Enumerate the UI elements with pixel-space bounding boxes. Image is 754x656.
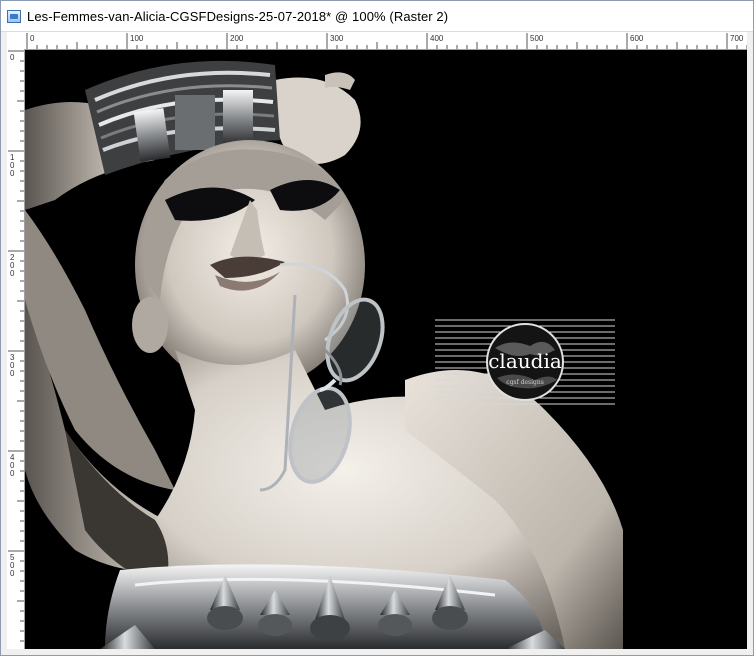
watermark-main-text: claudia: [488, 349, 562, 373]
document-window: Les-Femmes-van-Alicia-CGSFDesigns-25-07-…: [0, 0, 754, 656]
ruler-label: 0: [10, 169, 15, 178]
window-right-edge: [747, 32, 753, 650]
image-canvas[interactable]: claudia cgsf designs: [25, 50, 747, 649]
document-title-bar[interactable]: Les-Femmes-van-Alicia-CGSFDesigns-25-07-…: [1, 1, 753, 32]
watermark-sub-text: cgsf designs: [506, 379, 544, 386]
ruler-label: 0: [10, 53, 15, 62]
window-bottom-edge: [1, 649, 753, 655]
ruler-label: 0: [10, 469, 15, 478]
ruler-label: 600: [630, 34, 644, 43]
claudia-watermark-logo: claudia cgsf designs: [435, 319, 615, 405]
horizontal-ruler-scale: 0 100 200 300 400 500 600 700: [26, 33, 747, 49]
ruler-label: 0: [10, 569, 15, 578]
ruler-label: 200: [230, 34, 244, 43]
ruler-label: 0: [10, 269, 15, 278]
ruler-label: 500: [530, 34, 544, 43]
ruler-label: 400: [430, 34, 444, 43]
ruler-label: 700: [730, 34, 744, 43]
vertical-ruler[interactable]: 0100200300400500: [7, 49, 25, 649]
photo-woman-with-jewelry: [25, 60, 623, 649]
ruler-label: 0: [30, 34, 35, 43]
horizontal-ruler[interactable]: 0 100 200 300 400 500 600 700: [25, 32, 747, 50]
ruler-corner: [7, 32, 25, 50]
raster-document-icon: [7, 10, 21, 23]
document-title: Les-Femmes-van-Alicia-CGSFDesigns-25-07-…: [27, 9, 449, 24]
ruler-label: 300: [330, 34, 344, 43]
ruler-label: 0: [10, 369, 15, 378]
vertical-ruler-scale: 0100200300400500: [8, 50, 24, 642]
ruler-label: 100: [130, 34, 144, 43]
